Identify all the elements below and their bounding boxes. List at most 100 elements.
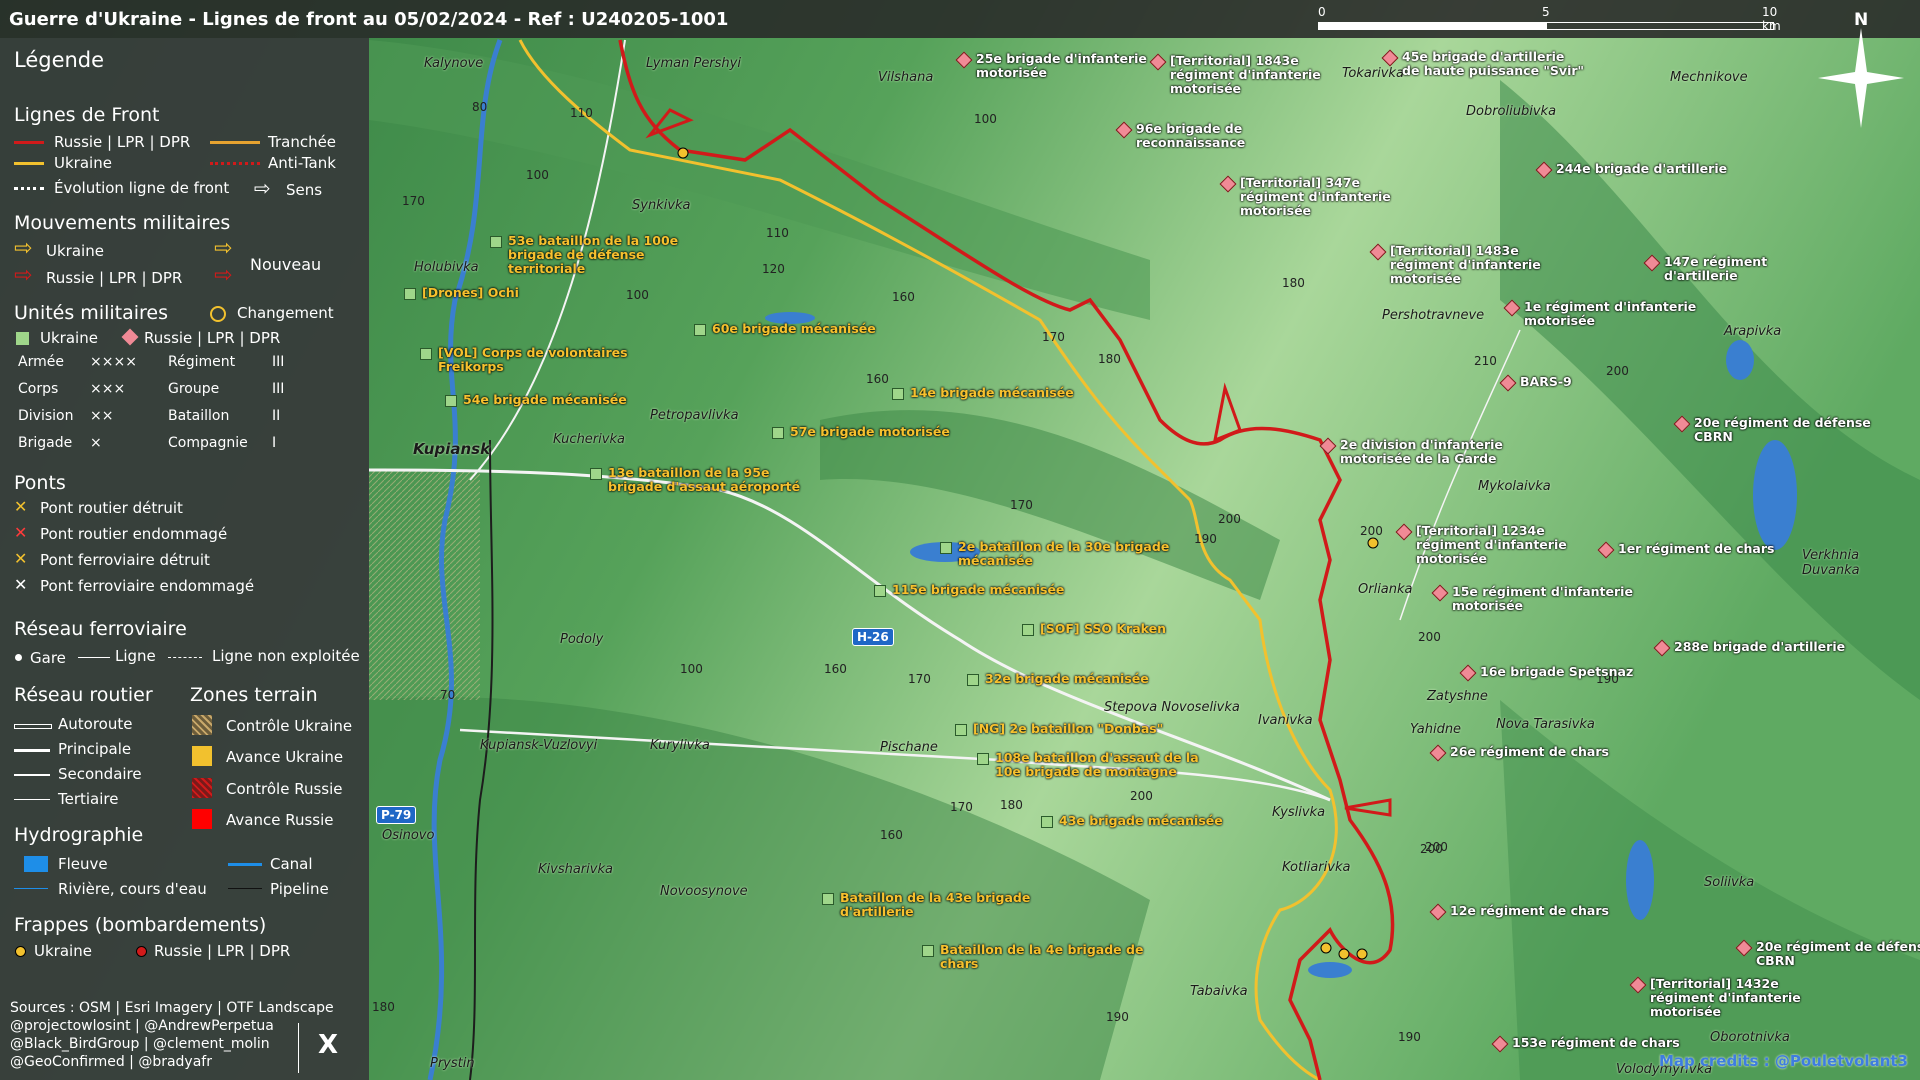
russia-unit-label[interactable]: 12e régiment de chars — [1450, 904, 1609, 918]
russia-unit-label[interactable]: 2e division d'infanterie motorisée de la… — [1340, 438, 1503, 466]
legend-hydro-pipeline: Pipeline — [270, 880, 329, 898]
russia-unit-label[interactable]: 25e brigade d'infanterie motorisée — [976, 52, 1147, 80]
russia-unit-label[interactable]: 288e brigade d'artillerie — [1674, 640, 1845, 654]
ukraine-unit-label[interactable]: [SOF] SSO Kraken — [1040, 622, 1166, 636]
ukraine-unit-marker-icon[interactable] — [490, 236, 502, 248]
russia-unit-label[interactable]: BARS-9 — [1520, 375, 1572, 389]
place-label[interactable]: Oborotnivka — [1710, 1030, 1790, 1045]
russia-unit-label[interactable]: 15e régiment d'infanterie motorisée — [1452, 585, 1633, 613]
place-label[interactable]: Orlianka — [1358, 582, 1413, 597]
russia-unit-label[interactable]: 153e régiment de chars — [1512, 1036, 1680, 1050]
ukraine-unit-marker-icon[interactable] — [977, 753, 989, 765]
ukraine-unit-marker-icon[interactable] — [590, 468, 602, 480]
place-label[interactable]: Kupiansk — [413, 440, 490, 458]
russia-unit-label[interactable]: 96e brigade de reconnaissance — [1136, 122, 1245, 150]
legend-road-2: Principale — [58, 740, 132, 758]
ukraine-unit-marker-icon[interactable] — [1022, 624, 1034, 636]
ukraine-unit-marker-icon[interactable] — [1041, 816, 1053, 828]
place-label[interactable]: Soliivka — [1704, 875, 1754, 890]
russia-unit-label[interactable]: 244e brigade d'artillerie — [1556, 162, 1727, 176]
place-label[interactable]: Stepova Novoselivka — [1104, 700, 1240, 715]
ukraine-unit-label[interactable]: [VOL] Corps de volontaires Freikorps — [438, 346, 628, 374]
ukraine-unit-marker-icon[interactable] — [922, 945, 934, 957]
place-label[interactable]: Mykolaivka — [1478, 479, 1551, 494]
ukraine-unit-label[interactable]: 14e brigade mécanisée — [910, 386, 1074, 400]
place-label[interactable]: Kotliarivka — [1282, 860, 1350, 875]
place-label[interactable]: Holubivka — [414, 260, 479, 275]
stream-swatch — [14, 888, 48, 889]
ukraine-unit-label[interactable]: 13e bataillon de la 95e brigade d'assaut… — [608, 466, 800, 494]
scale-bar: 0 5 10 km — [1318, 5, 1781, 34]
ukraine-unit-label[interactable]: [Drones] Ochi — [422, 286, 519, 300]
ukraine-unit-marker-icon[interactable] — [420, 348, 432, 360]
place-label[interactable]: Ivanivka — [1258, 713, 1313, 728]
place-label[interactable]: Podoly — [560, 632, 603, 647]
ukraine-unit-marker-icon[interactable] — [874, 585, 886, 597]
place-label[interactable]: Pischane — [880, 740, 938, 755]
ukraine-unit-label[interactable]: 2e bataillon de la 30e brigade mécanisée — [958, 540, 1169, 568]
place-label[interactable]: Kalynove — [424, 56, 483, 71]
place-label[interactable]: Tabaivka — [1190, 984, 1248, 999]
russia-unit-label[interactable]: [Territorial] 1432e régiment d'infanteri… — [1650, 977, 1801, 1019]
place-label[interactable]: Prystin — [430, 1056, 475, 1071]
place-label[interactable]: Kurylivka — [650, 738, 710, 753]
ukraine-unit-label[interactable]: 115e brigade mécanisée — [892, 583, 1064, 597]
ukraine-unit-marker-icon[interactable] — [892, 388, 904, 400]
place-label[interactable]: Osinovo — [382, 828, 434, 843]
ukraine-unit-label[interactable]: Bataillon de la 43e brigade d'artillerie — [840, 891, 1030, 919]
place-label[interactable]: Synkivka — [632, 198, 691, 213]
place-label[interactable]: Vilshana — [878, 70, 933, 85]
ukraine-unit-marker-icon[interactable] — [694, 324, 706, 336]
sources-divider — [298, 1023, 299, 1073]
ukraine-unit-label[interactable]: 53e bataillon de la 100e brigade de défe… — [508, 234, 678, 276]
place-label[interactable]: Kucherivka — [553, 432, 625, 447]
russia-unit-label[interactable]: [Territorial] 1843e régiment d'infanteri… — [1170, 54, 1321, 96]
station-dot-icon — [15, 654, 22, 661]
russia-unit-label[interactable]: 147e régiment d'artillerie — [1664, 255, 1767, 283]
place-label[interactable]: Nova Tarasivka — [1496, 717, 1595, 732]
russia-unit-label[interactable]: [Territorial] 1483e régiment d'infanteri… — [1390, 244, 1541, 286]
ukraine-unit-marker-icon[interactable] — [967, 674, 979, 686]
ukraine-unit-label[interactable]: [NG] 2e bataillon "Donbas" — [973, 722, 1163, 736]
place-label[interactable]: Novoosynove — [660, 884, 748, 899]
russia-unit-label[interactable]: 20e régiment de défense CBRN — [1694, 416, 1871, 444]
ukraine-unit-label[interactable]: 32e brigade mécanisée — [985, 672, 1149, 686]
place-label[interactable]: Dobroliubivka — [1466, 104, 1556, 119]
ukraine-unit-marker-icon[interactable] — [940, 542, 952, 554]
place-label[interactable]: Verkhnia Duvanka — [1802, 548, 1920, 578]
place-label[interactable]: Kupiansk-Vuzlovyi — [480, 738, 597, 753]
rail-line-swatch — [78, 657, 110, 658]
legend-moves-title: Mouvements militaires — [14, 212, 231, 234]
ukraine-unit-label[interactable]: Bataillon de la 4e brigade de chars — [940, 943, 1143, 971]
russia-unit-label[interactable]: 1e régiment d'infanterie motorisée — [1524, 300, 1696, 328]
place-label[interactable]: Pershotravneve — [1382, 308, 1484, 323]
place-label[interactable]: Tokarivka — [1342, 66, 1404, 81]
russia-unit-label[interactable]: [Territorial] 347e régiment d'infanterie… — [1240, 176, 1391, 218]
place-label[interactable]: Petropavlivka — [650, 408, 739, 423]
place-label[interactable]: Arapivka — [1724, 324, 1781, 339]
russia-unit-label[interactable]: 20e régiment de défense CBRN — [1756, 940, 1920, 968]
x-logo-icon[interactable]: X — [318, 1030, 338, 1060]
russia-unit-label[interactable]: 16e brigade Spetsnaz — [1480, 665, 1633, 679]
ukraine-unit-label[interactable]: 108e bataillon d'assaut de la 10e brigad… — [995, 751, 1199, 779]
ukraine-unit-marker-icon[interactable] — [822, 893, 834, 905]
ukraine-unit-label[interactable]: 54e brigade mécanisée — [463, 393, 627, 407]
ukraine-unit-marker-icon[interactable] — [404, 288, 416, 300]
ukraine-unit-marker-icon[interactable] — [955, 724, 967, 736]
russia-unit-label[interactable]: 45e brigade d'artillerie de haute puissa… — [1402, 50, 1584, 78]
russia-unit-label[interactable]: [Territorial] 1234e régiment d'infanteri… — [1416, 524, 1567, 566]
russia-unit-label[interactable]: 26e régiment de chars — [1450, 745, 1609, 759]
place-label[interactable]: Mechnikove — [1670, 70, 1748, 85]
place-label[interactable]: Lyman Pershyi — [646, 56, 741, 71]
russia-unit-label[interactable]: 1er régiment de chars — [1618, 542, 1774, 556]
legend-strikes-title: Frappes (bombardements) — [14, 914, 267, 936]
ukraine-unit-label[interactable]: 43e brigade mécanisée — [1059, 814, 1223, 828]
place-label[interactable]: Kivsharivka — [538, 862, 613, 877]
place-label[interactable]: Kyslivka — [1272, 805, 1325, 820]
ukraine-unit-label[interactable]: 57e brigade motorisée — [790, 425, 950, 439]
ukraine-unit-label[interactable]: 60e brigade mécanisée — [712, 322, 876, 336]
ukraine-unit-marker-icon[interactable] — [772, 427, 784, 439]
place-label[interactable]: Zatyshne — [1427, 689, 1488, 704]
ukraine-unit-marker-icon[interactable] — [445, 395, 457, 407]
place-label[interactable]: Yahidne — [1410, 722, 1461, 737]
